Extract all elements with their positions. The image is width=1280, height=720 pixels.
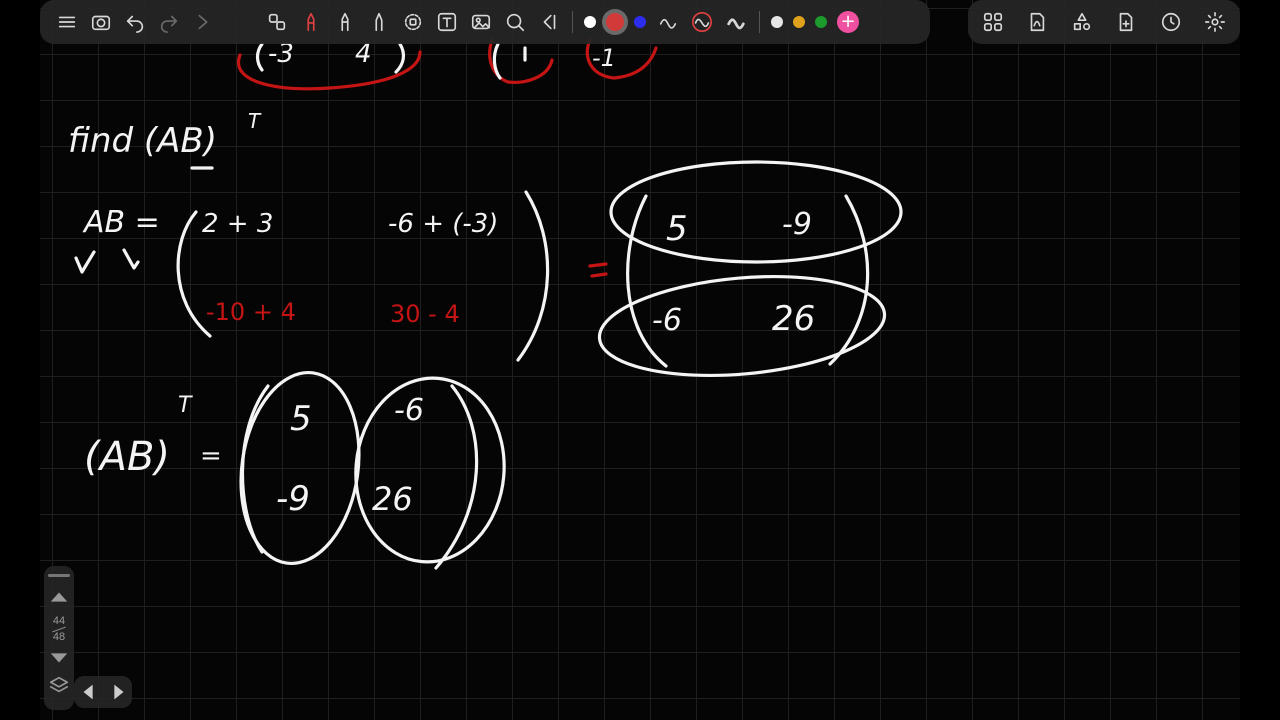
pen-icon[interactable] [298, 9, 324, 35]
transpose-t12: -6 [394, 393, 424, 428]
transpose-equals: = [200, 441, 222, 471]
stroke-medium-icon[interactable] [689, 9, 715, 35]
previous-page-icon[interactable] [76, 679, 102, 705]
transpose-t21: -9 [276, 479, 310, 519]
entry-a11: 2 + 3 [202, 209, 273, 239]
laser-icon[interactable] [502, 9, 528, 35]
page-down-icon[interactable] [46, 644, 72, 670]
color-blue-swatch[interactable] [634, 16, 646, 28]
lasso-icon[interactable] [400, 9, 426, 35]
result-r22: 26 [772, 299, 815, 339]
settings-icon[interactable] [1202, 9, 1228, 35]
transpose-t22: 26 [372, 480, 413, 518]
entry-a21: -10 + 4 [206, 298, 296, 326]
pager-handle[interactable] [48, 574, 70, 577]
page-up-icon[interactable] [46, 585, 72, 611]
toolbar-divider [572, 11, 573, 33]
transpose-superscript: T [178, 393, 193, 418]
transpose-t11: 5 [290, 399, 312, 439]
menu-icon[interactable] [54, 9, 80, 35]
result-r12: -9 [782, 207, 812, 242]
collapse-icon[interactable] [536, 9, 562, 35]
pdf-icon[interactable] [1024, 9, 1050, 35]
stroke-thick-icon[interactable] [723, 9, 749, 35]
handwritten-notes: -3 4 -1 find (AB) T AB = 2 + 3 -6 + (-3)… [68, 38, 903, 570]
pencil-icon[interactable] [366, 9, 392, 35]
palette-yellow-swatch[interactable] [793, 16, 805, 28]
toolbar-divider-2 [759, 11, 760, 33]
page-navigator: 44 48 [44, 566, 74, 710]
camera-icon[interactable] [88, 9, 114, 35]
collapse-left-icon[interactable] [190, 9, 216, 35]
layers-icon[interactable] [46, 672, 72, 698]
image-icon[interactable] [468, 9, 494, 35]
result-r11: 5 [666, 209, 688, 249]
prompt-superscript: T [248, 109, 262, 133]
transpose-lhs: (AB) [84, 434, 170, 480]
prompt-text: find (AB) [68, 121, 217, 161]
page-flip-control [74, 676, 132, 708]
svg-text:-1: -1 [592, 44, 616, 72]
add-color-icon[interactable]: + [837, 11, 859, 33]
pages-grid-icon[interactable] [980, 9, 1006, 35]
top-toolbar: + [40, 0, 930, 44]
next-page-icon[interactable] [105, 679, 131, 705]
ab-lhs: AB = [82, 205, 160, 240]
shapes-icon[interactable] [264, 9, 290, 35]
redo-icon[interactable] [156, 9, 182, 35]
color-red-swatch[interactable] [606, 13, 624, 31]
color-white-swatch[interactable] [584, 16, 596, 28]
history-icon[interactable] [1158, 9, 1184, 35]
add-page-icon[interactable] [1113, 9, 1139, 35]
undo-icon[interactable] [122, 9, 148, 35]
shapes-library-icon[interactable] [1069, 9, 1095, 35]
text-icon[interactable] [434, 9, 460, 35]
entry-a22: 30 - 4 [390, 300, 460, 328]
top-right-toolbar [968, 0, 1240, 44]
total-page-number: 48 [52, 631, 66, 643]
highlighter-icon[interactable] [332, 9, 358, 35]
palette-white-swatch[interactable] [771, 16, 783, 28]
palette-green-swatch[interactable] [815, 16, 827, 28]
stroke-thin-icon[interactable] [655, 9, 681, 35]
entry-a12: -6 + (-3) [388, 209, 498, 239]
result-r21: -6 [652, 303, 682, 338]
